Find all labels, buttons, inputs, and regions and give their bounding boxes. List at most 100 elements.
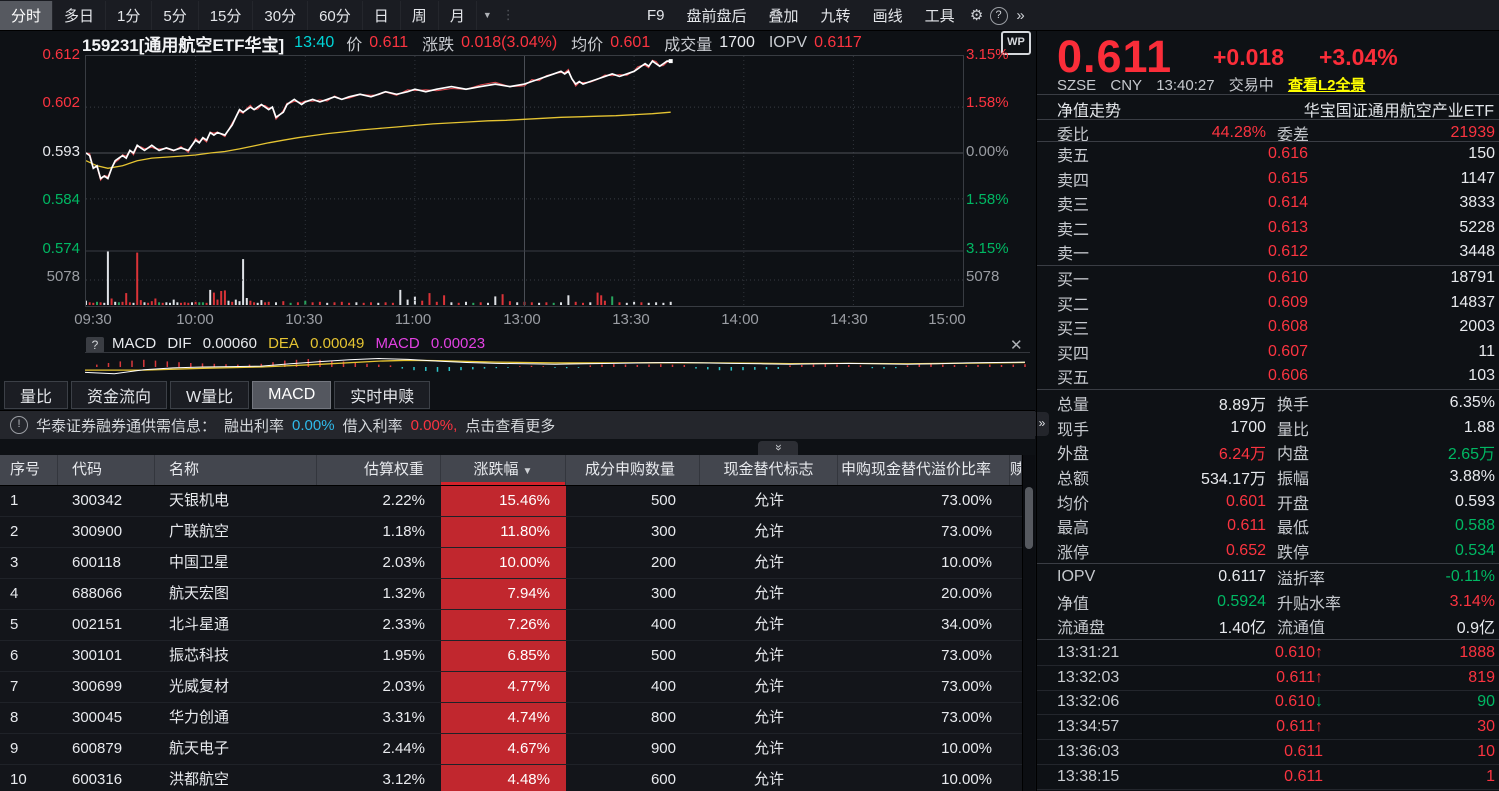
table-row[interactable]: 9600879航天电子2.44%4.67%900允许10.00% <box>0 734 1022 765</box>
period-tab-月[interactable]: 月 <box>439 1 477 30</box>
tab-W量比[interactable]: W量比 <box>170 381 249 409</box>
period-dropdown-icon[interactable]: ▼ <box>477 10 498 20</box>
period-tab-1分[interactable]: 1分 <box>106 1 152 30</box>
tool-button-叠加[interactable]: 叠加 <box>758 1 810 30</box>
tab-量比[interactable]: 量比 <box>4 381 68 409</box>
macd-help-icon[interactable]: ? <box>86 337 104 353</box>
period-tab-多日[interactable]: 多日 <box>53 1 106 30</box>
table-scrollbar[interactable] <box>1022 455 1035 791</box>
cell: 800 <box>566 703 700 733</box>
cell: 4.67% <box>441 734 566 764</box>
tool-button-九转[interactable]: 九转 <box>810 1 862 30</box>
cell: 600316 <box>58 765 155 791</box>
instrument-code-name[interactable]: 159231[通用航空ETF华宝] <box>82 31 284 56</box>
period-toolbar: 分时多日1分5分15分30分60分日周月 ▼ ⋮ F9盘前盘后叠加九转画线工具⚙… <box>0 0 1499 31</box>
macd-mini-chart[interactable] <box>85 353 1030 379</box>
tick-row: 13:32:060.610↓90 <box>1037 691 1499 716</box>
column-header-估算权重[interactable]: 估算权重 <box>317 455 441 485</box>
cell: 4.48% <box>441 765 566 791</box>
up-arrow-icon: ↑ <box>1315 718 1323 735</box>
x-axis-label: 10:00 <box>165 311 225 328</box>
period-tab-60分[interactable]: 60分 <box>308 1 363 30</box>
period-tab-周[interactable]: 周 <box>401 1 439 30</box>
cell: 500 <box>566 486 700 516</box>
tick-time: 13:36:03 <box>1057 743 1167 761</box>
cell: 航天宏图 <box>155 579 317 609</box>
table-row[interactable]: 8300045华力创通3.31%4.74%800允许73.00% <box>0 703 1022 734</box>
notice-bar[interactable]: ! 华泰证券融券通供需信息： 融出利率 0.00% 借入利率 0.00%, 点击… <box>0 410 1035 439</box>
sort-desc-icon: ▼ <box>523 466 533 477</box>
table-scrollbar-thumb[interactable] <box>1025 487 1033 549</box>
column-header-涨跌幅[interactable]: 涨跌幅▼ <box>441 455 566 485</box>
table-collapse-chevron[interactable]: » <box>758 441 798 455</box>
period-tab-15分[interactable]: 15分 <box>199 1 254 30</box>
cell: 允许 <box>700 579 838 609</box>
column-header-代码[interactable]: 代码 <box>58 455 155 485</box>
period-tab-分时[interactable]: 分时 <box>0 1 53 30</box>
table-row[interactable]: 2300900广联航空1.18%11.80%300允许73.00% <box>0 517 1022 548</box>
stat-label: IOPV <box>1057 568 1147 586</box>
cell: 9 <box>0 734 58 764</box>
cell: 2.03% <box>317 548 441 578</box>
column-header-现金替代标志[interactable]: 现金替代标志 <box>700 455 838 485</box>
column-header-申购现金替代溢价比率[interactable]: 申购现金替代溢价比率 <box>838 455 1010 485</box>
table-row[interactable]: 4688066航天宏图1.32%7.94%300允许20.00% <box>0 579 1022 610</box>
tick-qty: 10 <box>1323 743 1495 761</box>
stats-block-top: 总量8.89万换手6.35%现手1700量比1.88外盘6.24万内盘2.65万… <box>1037 391 1499 563</box>
bid-level[interactable]: 买四0.60711 <box>1037 340 1499 365</box>
tick-price: 0.610↓ <box>1167 693 1323 711</box>
iopv-label: IOPV <box>769 34 807 52</box>
stat-label: 均价 <box>1057 490 1147 514</box>
column-header-名称[interactable]: 名称 <box>155 455 317 485</box>
table-row[interactable]: 10600316洪都航空3.12%4.48%600允许10.00% <box>0 765 1022 791</box>
period-tab-日[interactable]: 日 <box>363 1 401 30</box>
tool-button-工具[interactable]: 工具 <box>914 1 966 30</box>
stat-row: 总额534.17万振幅3.88% <box>1037 465 1499 490</box>
ask-level[interactable]: 卖四0.6151147 <box>1037 167 1499 192</box>
tab-实时申赎[interactable]: 实时申赎 <box>334 381 430 409</box>
tool-button-F9[interactable]: F9 <box>636 3 676 28</box>
help-icon[interactable]: ? <box>988 5 1010 25</box>
ask-level[interactable]: 卖二0.6135228 <box>1037 216 1499 241</box>
column-header-成分申购数量[interactable]: 成分申购数量 <box>566 455 700 485</box>
level-price: 0.614 <box>1147 194 1308 212</box>
stat-label: 流通盘 <box>1057 614 1147 638</box>
ask-level[interactable]: 卖三0.6143833 <box>1037 191 1499 216</box>
tab-MACD[interactable]: MACD <box>252 381 331 409</box>
intraday-chart[interactable] <box>85 55 964 307</box>
more-tools-icon[interactable]: » <box>1010 7 1032 24</box>
period-tab-5分[interactable]: 5分 <box>152 1 198 30</box>
bid-level[interactable]: 买五0.606103 <box>1037 364 1499 389</box>
cell: 11.80% <box>441 517 566 547</box>
tool-button-盘前盘后[interactable]: 盘前盘后 <box>676 1 758 30</box>
ask-level[interactable]: 卖一0.6123448 <box>1037 240 1499 265</box>
table-row[interactable]: 5002151北斗星通2.33%7.26%400允许34.00% <box>0 610 1022 641</box>
rate2-value: 0.00%, <box>411 417 458 434</box>
table-row[interactable]: 3600118中国卫星2.03%10.00%200允许10.00% <box>0 548 1022 579</box>
down-arrow-icon: ↓ <box>1315 693 1323 710</box>
cell: 300342 <box>58 486 155 516</box>
table-row[interactable]: 6300101振芯科技1.95%6.85%500允许73.00% <box>0 641 1022 672</box>
stat-value: 2.65万 <box>1387 440 1495 464</box>
tool-button-画线[interactable]: 画线 <box>862 1 914 30</box>
iopv-value: 0.6117 <box>814 34 862 52</box>
bid-level[interactable]: 买一0.61018791 <box>1037 266 1499 291</box>
table-row[interactable]: 7300699光威复材2.03%4.77%400允许73.00% <box>0 672 1022 703</box>
right-axis-label: 3.15% <box>966 240 1026 257</box>
volume-label: 成交量 <box>664 31 712 55</box>
nav-label[interactable]: 净值走势 <box>1057 97 1121 121</box>
bid-level[interactable]: 买二0.60914837 <box>1037 291 1499 316</box>
table-row[interactable]: 1300342天银机电2.22%15.46%500允许73.00% <box>0 486 1022 517</box>
ask-level[interactable]: 卖五0.616150 <box>1037 142 1499 167</box>
l2-link[interactable]: 查看L2全景 <box>1288 77 1366 94</box>
tab-资金流向[interactable]: 资金流向 <box>71 381 167 409</box>
period-tab-30分[interactable]: 30分 <box>253 1 308 30</box>
volume-value: 1700 <box>719 34 755 52</box>
bid-level[interactable]: 买三0.6082003 <box>1037 315 1499 340</box>
left-axis-label: 0.612 <box>30 46 80 63</box>
notice-more-link[interactable]: 点击查看更多 <box>465 415 555 436</box>
column-header-序号[interactable]: 序号 <box>0 455 58 485</box>
gear-icon[interactable]: ⚙ <box>966 6 988 24</box>
divider <box>1037 389 1499 390</box>
stat-row: 均价0.601开盘0.593 <box>1037 489 1499 514</box>
